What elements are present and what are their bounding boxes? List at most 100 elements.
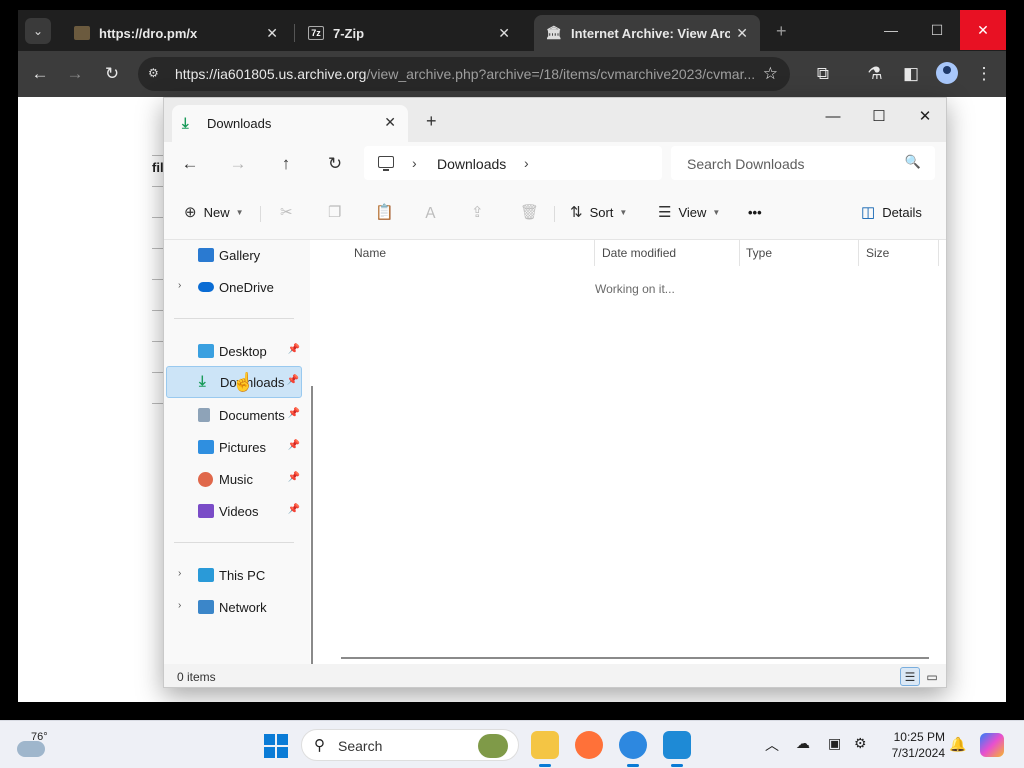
forward-arrow-icon[interactable]: → [62,61,88,87]
search-icon: 🔍 [904,154,921,169]
explorer-back-icon[interactable]: ← [176,151,204,177]
rename-button[interactable]: Ａ [423,201,445,223]
chevron-right-icon[interactable]: › [178,280,181,291]
nav-item-videos[interactable]: Videos 📌 [166,496,302,526]
explorer-tab-close-icon[interactable]: ✕ [384,114,396,131]
reload-icon[interactable]: ↻ [99,61,125,87]
computer-icon [198,568,214,582]
download-arrow-icon: ⤓ [182,115,189,132]
tab-close-icon[interactable]: ✕ [266,25,278,42]
browser-toolbar: ← → ↻ ⚙ https://ia601805.us.archive.org/… [18,51,1006,97]
browser-tab-internet-archive[interactable]: 🏛 Internet Archive: View Archive ✕ [534,15,760,51]
browser-minimize-button[interactable]: — [868,10,914,50]
file-list: Name Date modified Type Size Working on … [319,240,946,664]
tiles-view-toggle[interactable]: ▭ [922,667,942,686]
start-button[interactable] [264,734,288,758]
url-text[interactable]: https://ia601805.us.archive.org/view_arc… [175,66,755,82]
explorer-up-icon[interactable]: ↑ [272,151,300,177]
display-tray-icon[interactable]: ▣ [828,735,841,752]
chevron-right-icon[interactable]: › [524,155,529,171]
navigation-pane: Gallery › OneDrive Desktop 📌 ⤓ Downloads… [164,240,313,687]
taskbar-search[interactable]: ⚲ Search [301,729,519,761]
search-placeholder: Search Downloads [687,156,805,172]
explorer-minimize-button[interactable]: — [810,102,856,130]
explorer-new-tab-button[interactable]: + [426,111,437,132]
tab-search-button[interactable]: ⌄ [25,18,51,44]
nav-item-documents[interactable]: Documents 📌 [166,400,302,430]
paste-button[interactable]: 📋 [375,201,401,223]
tab-close-icon[interactable]: ✕ [498,25,510,42]
search-input[interactable]: Search Downloads 🔍 [671,146,935,180]
back-arrow-icon[interactable]: ← [27,61,53,87]
show-hidden-icons-chevron-icon[interactable]: ︿ [765,735,779,755]
delete-button[interactable]: 🗑 [520,201,546,223]
pin-icon: 📌 [286,375,299,386]
extensions-icon[interactable]: ⧉ [810,61,836,87]
firefox-taskbar-icon[interactable] [575,731,603,759]
bookmark-star-icon[interactable]: ☆ [763,64,778,84]
new-button[interactable]: ⊕ New ▼ [184,201,244,223]
onedrive-tray-icon[interactable]: ☁ [796,735,810,752]
breadcrumb-downloads[interactable]: Downloads [437,156,506,172]
nav-item-desktop[interactable]: Desktop 📌 [166,336,302,366]
nav-item-onedrive[interactable]: › OneDrive [166,272,302,302]
view-label: View [678,204,707,220]
new-tab-button[interactable]: + [776,21,787,42]
explorer-forward-icon[interactable]: → [224,151,252,177]
column-type[interactable]: Type [746,246,772,260]
horizontal-scrollbar[interactable] [341,657,929,659]
address-bar[interactable]: ⚙ https://ia601805.us.archive.org/view_a… [138,57,790,91]
browser-maximize-button[interactable]: ☐ [914,10,960,50]
explorer-maximize-button[interactable]: ☐ [856,102,902,130]
details-view-toggle[interactable]: ☰ [900,667,920,686]
chrome-taskbar-icon[interactable] [619,731,647,767]
pin-icon: 📌 [287,504,300,515]
chevron-right-icon[interactable]: › [178,600,181,611]
browser-close-button[interactable]: ✕ [960,10,1006,50]
chevron-right-icon[interactable]: › [178,568,181,579]
pin-icon: 📌 [287,344,300,355]
this-pc-icon[interactable] [378,156,394,171]
browser-tab-dro[interactable]: https://dro.pm/x ✕ [62,15,290,51]
explorer-close-button[interactable]: ✕ [902,102,946,130]
breadcrumb[interactable]: › Downloads › [364,146,662,180]
chevron-down-icon: ▼ [235,207,244,217]
column-size[interactable]: Size [866,246,889,260]
vscode-taskbar-icon[interactable] [663,731,691,767]
explorer-tab-downloads[interactable]: ⤓ Downloads ✕ [172,105,408,142]
explorer-refresh-icon[interactable]: ↻ [321,151,349,177]
browser-tab-7zip[interactable]: 7z 7-Zip ✕ [296,15,522,51]
network-tray-icon[interactable]: ⚙ [854,735,867,752]
notification-bell-icon[interactable]: 🔔 [949,736,966,753]
copilot-icon[interactable] [980,733,1004,757]
nav-item-network[interactable]: › Network [166,592,302,622]
dro-favicon-icon [74,26,90,40]
labs-flask-icon[interactable]: ⚗ [862,61,888,87]
sort-button[interactable]: ⇅ Sort ▼ [570,201,627,223]
file-explorer-taskbar-icon[interactable] [531,731,559,767]
site-info-icon[interactable]: ⚙ [148,66,164,82]
search-icon: ⚲ [314,737,325,754]
nav-scrollbar[interactable] [311,386,313,687]
pin-icon: 📌 [287,472,300,483]
profile-avatar[interactable] [936,62,958,84]
see-more-button[interactable]: ••• [748,201,762,223]
nav-label: Documents [219,408,285,423]
column-date-modified[interactable]: Date modified [602,246,676,260]
nav-item-music[interactable]: Music 📌 [166,464,302,494]
clipboard-icon: 📋 [375,204,394,221]
tab-close-icon[interactable]: ✕ [736,25,748,42]
nav-item-this-pc[interactable]: › This PC [166,560,302,590]
browser-menu-icon[interactable]: ⋮ [971,61,997,87]
nav-item-gallery[interactable]: Gallery [166,240,302,270]
details-pane-button[interactable]: ◫ Details [861,201,922,223]
view-button[interactable]: ☰ View ▼ [658,201,720,223]
chevron-right-icon[interactable]: › [412,155,417,171]
column-name[interactable]: Name [354,246,386,260]
cut-button[interactable]: ✂ [280,201,300,223]
side-panel-icon[interactable]: ◧ [898,61,924,87]
clock[interactable]: 10:25 PM 7/31/2024 [885,729,945,761]
nav-item-pictures[interactable]: Pictures 📌 [166,432,302,462]
copy-button[interactable]: ❐ [328,201,348,223]
share-button[interactable]: ⇪ [471,201,491,223]
